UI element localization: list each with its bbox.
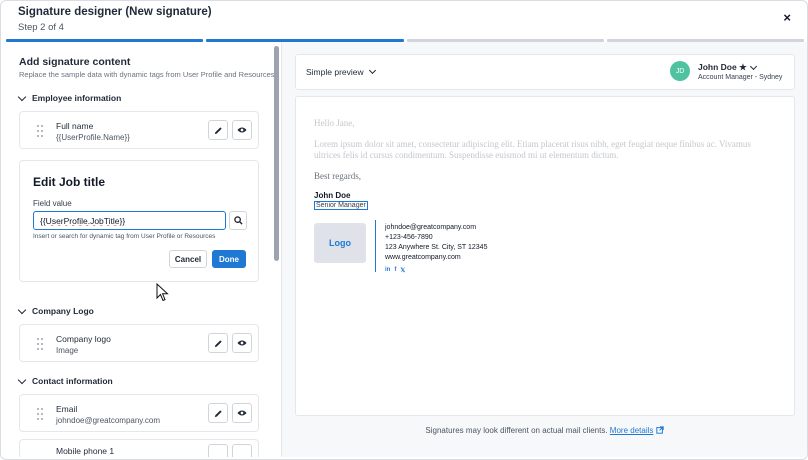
edit-job-title-card: Edit Job title Field value Insert or sea… (19, 160, 259, 282)
field-value-input[interactable] (33, 211, 226, 230)
preview-user-role: Account Manager - Sydney (698, 74, 783, 81)
chevron-down-icon (17, 92, 27, 101)
preview-mode-label: Simple preview (306, 67, 364, 77)
email-body: Lorem ipsum dolor sit amet, consectetur … (314, 139, 751, 160)
facebook-icon: f (394, 267, 397, 273)
content-panel: Add signature content Replace the sample… (1, 42, 282, 457)
signature-job-title[interactable]: Senior Manager (314, 201, 368, 210)
field-full-name[interactable]: Full name {{UserProfile.Name}} (19, 111, 259, 149)
field-value: {{UserProfile.Name}} (56, 133, 130, 142)
preview-toolbar: Simple preview JD John Doe ★ Account Man… (295, 54, 795, 90)
group-label: Contact information (32, 376, 113, 386)
email-closing: Best regards, (314, 171, 361, 181)
modal-header: Signature designer (New signature) Step … (1, 1, 807, 41)
email-greeting: Hello Jane, (314, 118, 355, 128)
drag-handle-icon[interactable] (37, 125, 43, 137)
group-label: Company Logo (32, 306, 94, 316)
external-link-icon (655, 426, 664, 434)
preview-panel: Simple preview JD John Doe ★ Account Man… (282, 42, 807, 457)
section-title: Add signature content (19, 56, 131, 68)
signature-name: John Doe (314, 191, 351, 200)
field-value-hint: Insert or search for dynamic tag from Us… (33, 233, 216, 240)
group-label: Employee information (32, 93, 122, 103)
signature-social-icons: in f 𝕏 (385, 267, 405, 274)
edit-field-button[interactable] (208, 333, 228, 353)
footer-note-text: Signatures may look different on actual … (425, 426, 608, 435)
preview-user-dropdown[interactable]: John Doe ★ (698, 62, 757, 73)
done-button[interactable]: Done (212, 250, 246, 268)
cancel-button[interactable]: Cancel (169, 250, 207, 268)
field-name: Mobile phone 1 (56, 446, 115, 456)
linkedin-icon: in (385, 267, 391, 273)
toggle-visibility-button[interactable] (232, 120, 252, 140)
drag-handle-icon[interactable] (37, 408, 43, 420)
chevron-down-icon (368, 66, 376, 75)
eye-icon (237, 127, 247, 133)
step-indicator: Step 2 of 4 (18, 22, 64, 33)
preview-footer-note: Signatures may look different on actual … (282, 426, 807, 435)
pencil-icon (214, 409, 222, 417)
signature-preview-canvas: Hello Jane, Lorem ipsum dolor sit amet, … (295, 96, 795, 416)
field-value-label: Field value (33, 199, 72, 208)
signature-divider (375, 220, 376, 272)
field-value: johndoe@greatcompany.com (56, 416, 161, 425)
x-twitter-icon: 𝕏 (400, 268, 406, 274)
field-name: Company logo (56, 334, 111, 344)
field-mobile-phone[interactable]: Mobile phone 1 (19, 439, 259, 457)
eye-icon (237, 410, 247, 416)
field-email[interactable]: Email johndoe@greatcompany.com (19, 394, 259, 432)
avatar: JD (670, 61, 690, 81)
search-icon (233, 216, 243, 225)
group-contact-information[interactable]: Contact information (17, 375, 113, 386)
signature-email: johndoe@greatcompany.com (385, 224, 477, 231)
pencil-icon (214, 126, 222, 134)
content-scrollbar[interactable] (274, 44, 279, 449)
more-details-link[interactable]: More details (610, 426, 654, 435)
chevron-down-icon (17, 375, 27, 384)
signature-logo: Logo (314, 223, 366, 263)
scrollbar-thumb[interactable] (274, 46, 279, 261)
chevron-down-icon (17, 305, 27, 314)
modal-title: Signature designer (New signature) (18, 6, 212, 18)
group-company-logo[interactable]: Company Logo (17, 305, 94, 316)
pencil-icon (214, 339, 222, 347)
toggle-visibility-button[interactable] (232, 444, 252, 457)
signature-address: 123 Anywhere St. City, ST 12345 (385, 244, 488, 251)
toggle-visibility-button[interactable] (232, 403, 252, 423)
edit-card-title: Edit Job title (33, 175, 105, 189)
mouse-cursor-icon (156, 283, 169, 302)
section-description: Replace the sample data with dynamic tag… (19, 70, 275, 79)
edit-field-button[interactable] (208, 444, 228, 457)
field-value: Image (56, 346, 79, 355)
toggle-visibility-button[interactable] (232, 333, 252, 353)
field-company-logo[interactable]: Company logo Image (19, 324, 259, 362)
drag-handle-icon[interactable] (37, 338, 43, 350)
group-employee-information[interactable]: Employee information (17, 92, 122, 103)
field-name: Full name (56, 121, 94, 131)
preview-user-name: John Doe ★ (698, 62, 747, 72)
chevron-down-icon (749, 62, 757, 70)
eye-icon (237, 340, 247, 346)
close-icon[interactable]: × (783, 10, 791, 25)
field-name: Email (56, 404, 78, 414)
edit-field-button[interactable] (208, 403, 228, 423)
search-tag-button[interactable] (229, 211, 247, 230)
signature-website: www.greatcompany.com (385, 254, 461, 261)
signature-phone: +123-456-7890 (385, 234, 433, 241)
signature-designer-modal: Signature designer (New signature) Step … (0, 0, 808, 460)
preview-mode-dropdown[interactable]: Simple preview (306, 66, 376, 77)
edit-field-button[interactable] (208, 120, 228, 140)
